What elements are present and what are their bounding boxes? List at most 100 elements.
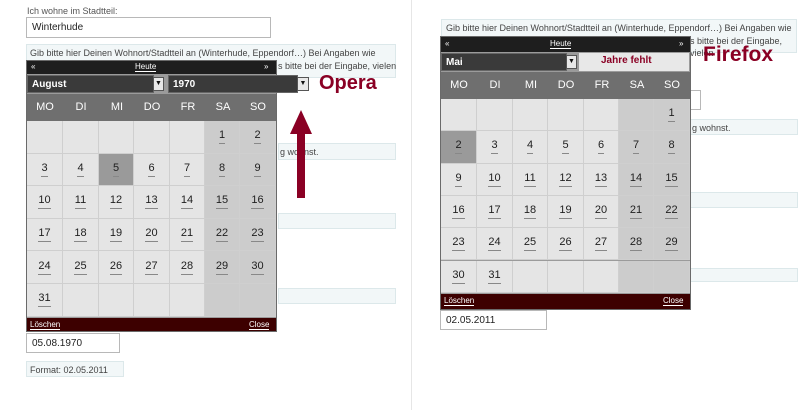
ff-next-button[interactable]: »	[679, 39, 683, 48]
opera-day-cell[interactable]: 12	[99, 186, 134, 219]
opera-day-cell[interactable]: 26	[99, 251, 134, 284]
opera-day-cell[interactable]: 31	[27, 284, 63, 317]
opera-weekday-header: MO DI MI DO FR SA SO	[27, 94, 276, 121]
opera-weekday: DI	[63, 94, 99, 121]
ff-day-cell[interactable]: 14	[619, 163, 654, 196]
ff-info-text-line1: Gib bitte hier Deinen Wohnort/Stadtteil …	[446, 23, 792, 33]
opera-month-dropdown-icon[interactable]: ▼	[153, 77, 164, 91]
opera-day-cell[interactable]: 6	[134, 153, 170, 187]
opera-day-cell[interactable]: 19	[99, 218, 134, 252]
district-input[interactable]: Winterhude	[26, 17, 271, 38]
opera-day-cell[interactable]: 25	[63, 251, 99, 284]
ff-day-cell[interactable]: 22	[654, 195, 690, 229]
format-hint: Format: 02.05.2011	[30, 365, 108, 375]
ff-day-cell[interactable]: 3	[477, 131, 513, 164]
opera-day-cell[interactable]: 30	[240, 251, 276, 284]
ff-day-cell[interactable]: 21	[619, 195, 654, 229]
opera-day-cell[interactable]: 18	[63, 218, 99, 252]
opera-day-cell[interactable]: 4	[63, 153, 99, 187]
ff-day-cell[interactable]: 24	[477, 228, 513, 261]
opera-day-label: 15	[215, 194, 229, 210]
ff-month-dropdown-icon[interactable]: ▼	[566, 55, 577, 69]
opera-day-label: 7	[183, 162, 191, 177]
opera-day-cell[interactable]: 13	[134, 186, 170, 219]
opera-year-dropdown-icon[interactable]: ▼	[297, 77, 309, 91]
ff-day-cell[interactable]: 17	[477, 195, 513, 229]
opera-prev-button[interactable]: «	[31, 62, 35, 71]
ff-today-button[interactable]: Heute	[550, 39, 572, 49]
opera-day-cell[interactable]: 7	[170, 153, 205, 187]
opera-day-label: 21	[180, 227, 194, 243]
ff-close-button[interactable]: Close	[663, 296, 684, 306]
opera-day-cell[interactable]: 20	[134, 218, 170, 252]
ff-day-cell[interactable]: 6	[584, 131, 619, 164]
opera-month-select[interactable]: August	[27, 75, 154, 93]
ff-day-cell[interactable]: 1	[654, 99, 690, 132]
ff-day-cell[interactable]: 2	[441, 131, 477, 164]
opera-day-cell[interactable]: 21	[170, 218, 205, 252]
ff-day-cell[interactable]: 30	[441, 260, 477, 293]
ff-month-select[interactable]: Mai	[441, 53, 567, 71]
ff-day-cell[interactable]: 13	[584, 163, 619, 196]
ff-day-cell[interactable]: 7	[619, 131, 654, 164]
opera-day-cell[interactable]: 17	[27, 218, 63, 252]
opera-day-cell[interactable]: 15	[205, 186, 240, 219]
opera-day-cell[interactable]: 27	[134, 251, 170, 284]
opera-day-cell[interactable]: 9	[240, 153, 276, 187]
opera-day-cell[interactable]: 3	[27, 153, 63, 187]
opera-today-button[interactable]: Heute	[135, 62, 157, 72]
ff-day-label: 18	[523, 204, 537, 220]
opera-day-label: 2	[254, 129, 261, 145]
ff-day-cell[interactable]: 4	[513, 131, 548, 164]
ff-day-cell[interactable]: 15	[654, 163, 690, 196]
ff-day-cell[interactable]: 27	[584, 228, 619, 261]
opera-day-cell[interactable]: 10	[27, 186, 63, 219]
ff-day-cell[interactable]: 8	[654, 131, 690, 164]
ff-day-cell[interactable]: 5	[548, 131, 584, 164]
opera-day-label: 30	[251, 260, 264, 275]
ff-day-cell[interactable]: 25	[513, 228, 548, 261]
opera-day-cell[interactable]: 24	[27, 251, 63, 284]
birthdate-input[interactable]: 05.08.1970	[26, 333, 120, 353]
opera-empty-cell	[205, 284, 240, 317]
opera-day-cell[interactable]: 1	[205, 121, 240, 154]
ff-date-input[interactable]: 02.05.2011	[440, 310, 547, 330]
ff-day-cell[interactable]: 11	[513, 163, 548, 196]
ff-day-cell[interactable]: 28	[619, 228, 654, 261]
opera-day-cell[interactable]: 23	[240, 218, 276, 252]
ff-day-label: 28	[629, 236, 643, 252]
opera-day-label: 28	[180, 260, 194, 275]
ff-prev-button[interactable]: «	[445, 39, 449, 48]
ff-day-cell[interactable]: 16	[441, 195, 477, 229]
ff-day-cell[interactable]: 12	[548, 163, 584, 196]
opera-day-cell[interactable]: 2	[240, 121, 276, 154]
ff-nav-bar: « Heute »	[441, 37, 690, 52]
ff-day-cell[interactable]: 23	[441, 228, 477, 261]
opera-clear-button[interactable]: Löschen	[30, 320, 61, 330]
opera-day-cell[interactable]: 28	[170, 251, 205, 284]
opera-day-cell[interactable]: 5	[99, 153, 134, 187]
ff-day-cell[interactable]: 20	[584, 195, 619, 229]
ff-day-cell[interactable]: 31	[477, 260, 513, 293]
opera-weekday: DO	[134, 94, 170, 121]
opera-day-cell[interactable]: 8	[205, 153, 240, 187]
ff-day-cell[interactable]: 18	[513, 195, 548, 229]
opera-day-label: 10	[38, 194, 51, 210]
ff-hidden-field[interactable]	[690, 90, 701, 110]
opera-year-select[interactable]: 1970	[168, 75, 298, 93]
ff-clear-button[interactable]: Löschen	[444, 296, 475, 306]
ff-day-cell[interactable]: 19	[548, 195, 584, 229]
opera-day-cell[interactable]: 11	[63, 186, 99, 219]
opera-day-cell[interactable]: 29	[205, 251, 240, 284]
opera-close-button[interactable]: Close	[249, 320, 270, 330]
ff-day-cell[interactable]: 9	[441, 163, 477, 196]
opera-next-button[interactable]: »	[264, 62, 268, 71]
opera-day-label: 26	[109, 260, 123, 275]
opera-day-cell[interactable]: 16	[240, 186, 276, 219]
ff-day-cell[interactable]: 29	[654, 228, 690, 261]
ff-day-cell[interactable]: 10	[477, 163, 513, 196]
opera-day-cell[interactable]: 22	[205, 218, 240, 252]
ff-empty-cell	[584, 99, 619, 132]
ff-day-cell[interactable]: 26	[548, 228, 584, 261]
opera-day-cell[interactable]: 14	[170, 186, 205, 219]
